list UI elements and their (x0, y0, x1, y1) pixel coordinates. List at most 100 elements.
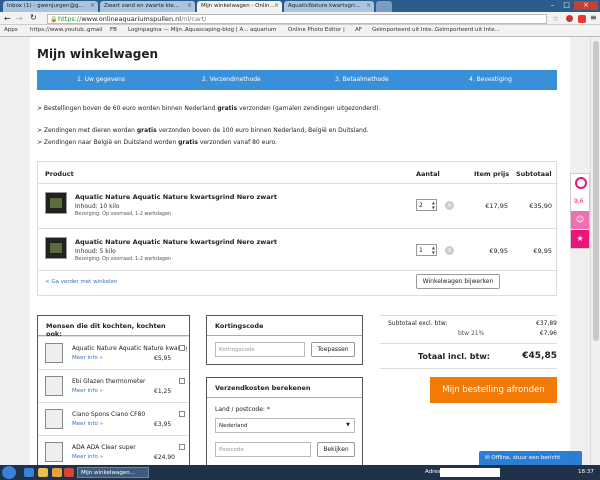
folder-icon[interactable] (38, 468, 48, 477)
bookmark-imported-2[interactable]: Geïmporteerd uit Inte... (435, 27, 500, 33)
chat-widget[interactable]: ✉ Offline, stuur een bericht (479, 451, 582, 465)
related-image[interactable] (45, 442, 63, 462)
bookmark-photo-editor[interactable]: Online Photo Editor | (288, 27, 345, 33)
bookmark-loginpagina[interactable]: Loginpagina — Mijn... (128, 27, 187, 33)
coupon-box: Kortingscode Kortingscode Toepassen (206, 315, 363, 365)
media-icon[interactable] (52, 468, 62, 477)
tab-label: Inbox (1) - gwenjurgen@g... (7, 3, 84, 9)
menu-icon[interactable]: ≡ (590, 13, 597, 22)
reload-icon[interactable]: ↻ (30, 13, 37, 22)
product-content: Inhoud: 5 kilo (75, 248, 116, 255)
continue-shopping-link[interactable]: < Ga verder met winkelen (45, 279, 117, 285)
item-price: €17,95 (485, 202, 508, 210)
new-tab-button[interactable] (376, 1, 392, 12)
smile-icon: ☺ (571, 211, 589, 229)
country-select[interactable]: Nederland ▼ (215, 418, 355, 433)
related-item: Ciano Spons Ciano CF80 Meer info » €3,95 (38, 402, 189, 435)
quantity-select[interactable]: 2 ▲ ▼ (416, 199, 437, 211)
start-button[interactable] (2, 466, 16, 479)
item-subtotal: €35,90 (529, 202, 552, 210)
ie-icon[interactable] (24, 468, 34, 477)
tab-inbox[interactable]: Inbox (1) - gwenjurgen@g... × (3, 1, 98, 12)
star-icon: ★ (571, 230, 589, 248)
tab-winkelwagen[interactable]: Mijn winkelwagen - Onlin... × (197, 1, 282, 12)
chrome-icon[interactable] (64, 468, 74, 477)
related-checkbox[interactable] (179, 345, 185, 351)
page-title: Mijn winkelwagen (37, 47, 158, 61)
product-name[interactable]: Aquatic Nature Aquatic Nature kwartsgrin… (75, 193, 277, 201)
related-title: Mensen die dit kochten, kochten ook: (38, 316, 189, 338)
bookmark-aquascaping[interactable]: Aquascaping-blog | A... (185, 27, 248, 33)
quantity-select[interactable]: 1 ▲ ▼ (416, 244, 437, 256)
address-bar[interactable]: 🔒 https://www.onlineaquariumspullen.nl/n… (47, 14, 547, 24)
notice-animals: > Zendingen met dieren worden gratis ver… (37, 127, 369, 134)
bookmark-imported-1[interactable]: Geïmporteerd uit Inte... (372, 27, 437, 33)
close-icon[interactable]: × (366, 2, 371, 9)
related-checkbox[interactable] (179, 411, 185, 417)
product-image[interactable] (45, 192, 67, 214)
more-info-link[interactable]: Meer info » (72, 454, 103, 460)
place-order-button[interactable]: Mijn bestelling afronden (430, 377, 557, 403)
maximize-icon[interactable]: □ (560, 1, 573, 10)
bookmark-gmail[interactable]: gmail (87, 27, 102, 33)
related-item: Aquatic Nature Aquatic Nature kwartsgr M… (38, 336, 189, 369)
star-icon[interactable]: ☆ (552, 14, 559, 23)
close-icon[interactable]: × (90, 2, 95, 9)
postcode-input[interactable]: Postcode (215, 442, 311, 457)
related-item: Ebi Glazen thermometer Meer info » €1,25 (38, 369, 189, 402)
update-cart-button[interactable]: Winkelwagen bijwerken (416, 274, 500, 289)
bookmark-aquarium[interactable]: aquarium (250, 27, 276, 33)
related-image[interactable] (45, 376, 63, 396)
apply-coupon-button[interactable]: Toepassen (311, 342, 355, 357)
tab-zwart-zand[interactable]: Zwart zand en zwarte kie... × (100, 1, 195, 12)
cart-row: Aquatic Nature Aquatic Nature kwartsgrin… (38, 228, 558, 270)
url-scheme: https:// (58, 15, 82, 23)
spinner-icon[interactable]: ▲ ▼ (432, 200, 435, 210)
header-price: Item prijs (474, 170, 510, 178)
close-icon[interactable]: × (274, 2, 279, 9)
vat-value: €7,96 (539, 330, 557, 337)
scrollbar-thumb[interactable] (593, 41, 599, 341)
product-name[interactable]: Aquatic Nature Aquatic Nature kwartsgrin… (75, 238, 277, 246)
forward-icon[interactable]: → (16, 14, 23, 23)
bookmark-apps[interactable]: Apps (4, 27, 18, 33)
lock-icon: 🔒 (50, 16, 58, 23)
coupon-input[interactable]: Kortingscode (215, 342, 305, 357)
subtotal-value: €37,89 (536, 320, 557, 327)
header-qty: Aantal (416, 170, 440, 178)
related-image[interactable] (45, 409, 63, 429)
bookmark-youtube[interactable]: https://www.youtub... (30, 27, 89, 33)
close-window-icon[interactable]: × (574, 1, 598, 10)
related-image[interactable] (45, 343, 63, 363)
back-icon[interactable]: ← (4, 14, 11, 23)
vat-label: btw 21% (458, 330, 485, 337)
remove-icon[interactable]: × (445, 201, 454, 210)
total-label: Totaal incl. btw: (418, 352, 490, 361)
checkmark-icon (575, 177, 587, 189)
taskbar-window[interactable]: Mijn winkelwagen... (77, 467, 149, 478)
extension-icon[interactable] (578, 15, 586, 23)
bookmark-af[interactable]: AF (355, 27, 362, 33)
related-checkbox[interactable] (179, 444, 185, 450)
more-info-link[interactable]: Meer info » (72, 421, 103, 427)
view-shipping-button[interactable]: Bekijken (317, 442, 355, 457)
product-image[interactable] (45, 237, 67, 259)
more-info-link[interactable]: Meer info » (72, 388, 103, 394)
related-checkbox[interactable] (179, 378, 185, 384)
notice-free-shipping-nl: > Bestellingen boven de 60 euro worden b… (37, 105, 381, 112)
extension-icon[interactable] (566, 15, 573, 22)
browser-tab-strip: Inbox (1) - gwenjurgen@g... × Zwart zand … (0, 0, 600, 12)
clock: 18:37 (578, 469, 594, 475)
review-widget[interactable]: 9,6 ☺ ★ (570, 173, 590, 249)
minimize-icon[interactable]: – (546, 1, 559, 10)
spinner-icon[interactable]: ▲ ▼ (432, 245, 435, 255)
scrollbar[interactable] (590, 37, 600, 465)
address-input[interactable] (440, 468, 500, 477)
url-host: www.onlineaquariumspullen.nl (81, 15, 182, 23)
bookmark-fb[interactable]: FB (110, 27, 117, 33)
more-info-link[interactable]: Meer info » (72, 355, 103, 361)
tab-aquaticnature[interactable]: AquaticNature kwartsgri... × (284, 1, 374, 12)
remove-icon[interactable]: × (445, 246, 454, 255)
coupon-title: Kortingscode (207, 316, 362, 336)
close-icon[interactable]: × (187, 2, 192, 9)
